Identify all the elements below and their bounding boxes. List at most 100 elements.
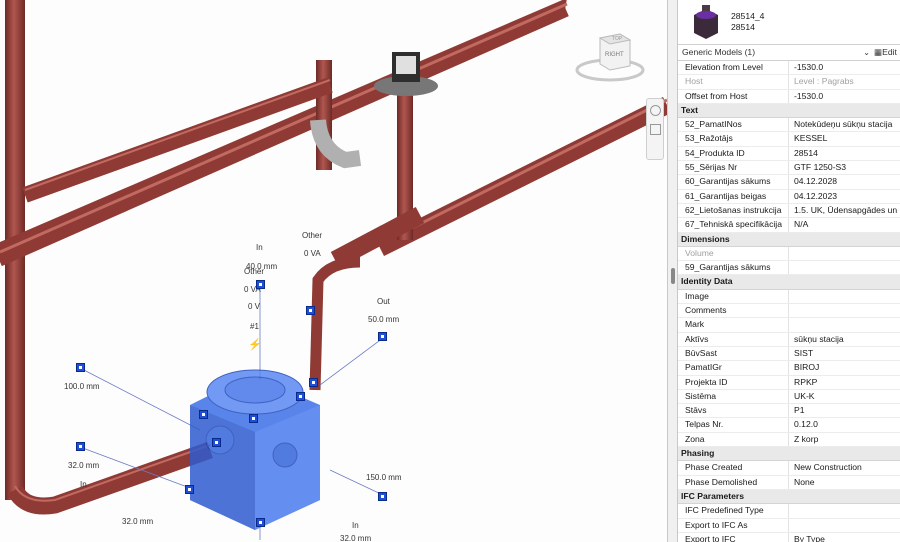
connector-grip[interactable] — [199, 410, 208, 419]
view-cube[interactable]: RIGHT TOP — [575, 28, 645, 88]
property-row[interactable]: BūvSast SIST — [678, 346, 900, 362]
chevron-down-icon[interactable]: ⌄ — [863, 45, 870, 60]
connector-grip[interactable] — [296, 392, 305, 401]
property-row[interactable]: Aktīvs sūkņu stacija — [678, 332, 900, 347]
column-divider — [788, 146, 789, 161]
property-row[interactable]: Mark — [678, 318, 900, 333]
property-value[interactable]: 1.5. UK, Ūdensapgādes un ka... — [794, 204, 900, 217]
property-value[interactable]: -1530.0 — [794, 90, 900, 103]
property-row[interactable]: Stāvs P1 — [678, 404, 900, 419]
connector-grip[interactable] — [76, 363, 85, 372]
property-row[interactable]: 60_Garantijas sākums 04.12.2028 — [678, 175, 900, 190]
property-row[interactable]: Export to IFC By Type — [678, 532, 900, 542]
property-value[interactable]: Level : Pagrabs — [794, 75, 900, 88]
column-divider — [788, 432, 789, 447]
voltage-label: 0 V — [248, 302, 261, 311]
property-row[interactable]: Host Level : Pagrabs — [678, 75, 900, 90]
connector-grip[interactable] — [378, 332, 387, 341]
lightning-icon[interactable]: ⚡ — [248, 338, 262, 351]
property-group-header[interactable]: Phasing — [678, 447, 900, 462]
property-row[interactable]: 61_Garantijas beigas 04.12.2023 — [678, 189, 900, 204]
connector-grip[interactable] — [256, 518, 265, 527]
connector-grip[interactable] — [249, 414, 258, 423]
power-label: 0 VA — [304, 249, 321, 258]
property-value[interactable]: 04.12.2028 — [794, 175, 900, 188]
property-name: Elevation from Level — [685, 62, 763, 72]
connector-grip[interactable] — [306, 306, 315, 315]
view-cube-face-label: RIGHT — [605, 52, 624, 58]
property-row[interactable]: Image — [678, 289, 900, 305]
property-row[interactable]: 54_Produkta ID 28514 — [678, 146, 900, 162]
steering-wheel-icon[interactable] — [650, 105, 661, 116]
connector-grip[interactable] — [212, 438, 221, 447]
property-row[interactable]: Elevation from Level -1530.0 — [678, 61, 900, 76]
property-value[interactable]: New Construction — [794, 461, 900, 474]
property-row[interactable]: 55_Sērijas Nr GTF 1250-S3 — [678, 161, 900, 176]
property-value[interactable]: None — [794, 476, 900, 489]
property-value[interactable]: 04.12.2023 — [794, 190, 900, 203]
dimension-label: 32.0 mm — [340, 534, 372, 542]
connector-grip[interactable] — [185, 485, 194, 494]
zoom-icon[interactable] — [650, 124, 661, 135]
property-row[interactable]: 67_Tehniskā specifikācija N/A — [678, 218, 900, 233]
property-value[interactable]: GTF 1250-S3 — [794, 161, 900, 174]
property-group-header[interactable]: Dimensions — [678, 232, 900, 247]
property-row[interactable]: IFC Predefined Type — [678, 504, 900, 519]
property-value[interactable]: UK-K — [794, 390, 900, 403]
instance-filter[interactable]: Generic Models (1) ⌄ ▦Edit — [678, 45, 900, 61]
type-selector[interactable]: 28514_4 28514 — [678, 0, 900, 45]
column-divider — [788, 332, 789, 346]
property-value[interactable]: RPKP — [794, 376, 900, 389]
property-value[interactable]: Z korp — [794, 433, 900, 446]
property-group-header[interactable]: Identity Data — [678, 275, 900, 290]
property-group-header[interactable]: Text — [678, 103, 900, 119]
property-name: Comments — [685, 305, 727, 316]
property-row[interactable]: Projekta ID RPKP — [678, 375, 900, 390]
property-row[interactable]: Telpas Nr. 0.12.0 — [678, 418, 900, 433]
property-name: Volume — [685, 247, 714, 258]
property-row[interactable]: Zona Z korp — [678, 432, 900, 448]
type-name: 28514_4 — [731, 11, 765, 21]
property-value[interactable]: KESSEL — [794, 132, 900, 145]
property-row[interactable]: Export to IFC As — [678, 518, 900, 533]
property-name: 61_Garantijas beigas — [685, 190, 767, 201]
property-name: Telpas Nr. — [685, 419, 724, 430]
dimension-label: 100.0 mm — [64, 382, 100, 391]
property-row[interactable]: 53_Ražotājs KESSEL — [678, 132, 900, 147]
property-row[interactable]: Sistēma UK-K — [678, 389, 900, 405]
connector-grip[interactable] — [76, 442, 85, 451]
property-group-header[interactable]: IFC Parameters — [678, 489, 900, 505]
splitter-handle[interactable] — [671, 268, 675, 284]
edit-type-button[interactable]: ▦Edit — [874, 45, 900, 60]
property-row[interactable]: PamatIGr BIROJ — [678, 361, 900, 376]
column-divider — [788, 175, 789, 189]
3d-viewport[interactable]: In 40.0 mm Other 0 VA Other 0 VA 0 V #1 … — [0, 0, 667, 542]
property-row[interactable]: Volume — [678, 246, 900, 262]
property-value[interactable]: BIROJ — [794, 361, 900, 374]
property-value[interactable]: By Type — [794, 533, 900, 542]
column-divider — [788, 318, 789, 332]
connector-grip[interactable] — [256, 280, 265, 289]
property-value[interactable]: 28514 — [794, 147, 900, 160]
property-value[interactable]: P1 — [794, 404, 900, 417]
panel-splitter[interactable] — [667, 0, 678, 542]
property-value[interactable]: SIST — [794, 347, 900, 360]
connector-grip[interactable] — [378, 492, 387, 501]
property-value[interactable]: N/A — [794, 218, 900, 231]
property-row[interactable]: 52_PamatINos Notekūdeņu sūkņu stacija — [678, 118, 900, 133]
property-row[interactable]: Comments — [678, 304, 900, 319]
property-row[interactable]: 59_Garantijas sākums — [678, 261, 900, 276]
column-divider — [788, 304, 789, 318]
property-row[interactable]: Phase Created New Construction — [678, 461, 900, 476]
property-value[interactable]: Notekūdeņu sūkņu stacija — [794, 118, 900, 131]
property-row[interactable]: Offset from Host -1530.0 — [678, 89, 900, 104]
property-value[interactable]: sūkņu stacija — [794, 333, 900, 346]
properties-panel: 28514_4 28514 Generic Models (1) ⌄ ▦Edit… — [678, 0, 900, 542]
property-row[interactable]: 62_Lietošanas instrukcija 1.5. UK, Ūdensa… — [678, 203, 900, 219]
property-name: Export to IFC As — [685, 519, 748, 530]
property-value[interactable]: -1530.0 — [794, 61, 900, 74]
property-value[interactable]: 0.12.0 — [794, 418, 900, 431]
property-row[interactable]: Phase Demolished None — [678, 475, 900, 490]
connector-grip[interactable] — [309, 378, 318, 387]
navigation-bar[interactable] — [646, 98, 664, 160]
